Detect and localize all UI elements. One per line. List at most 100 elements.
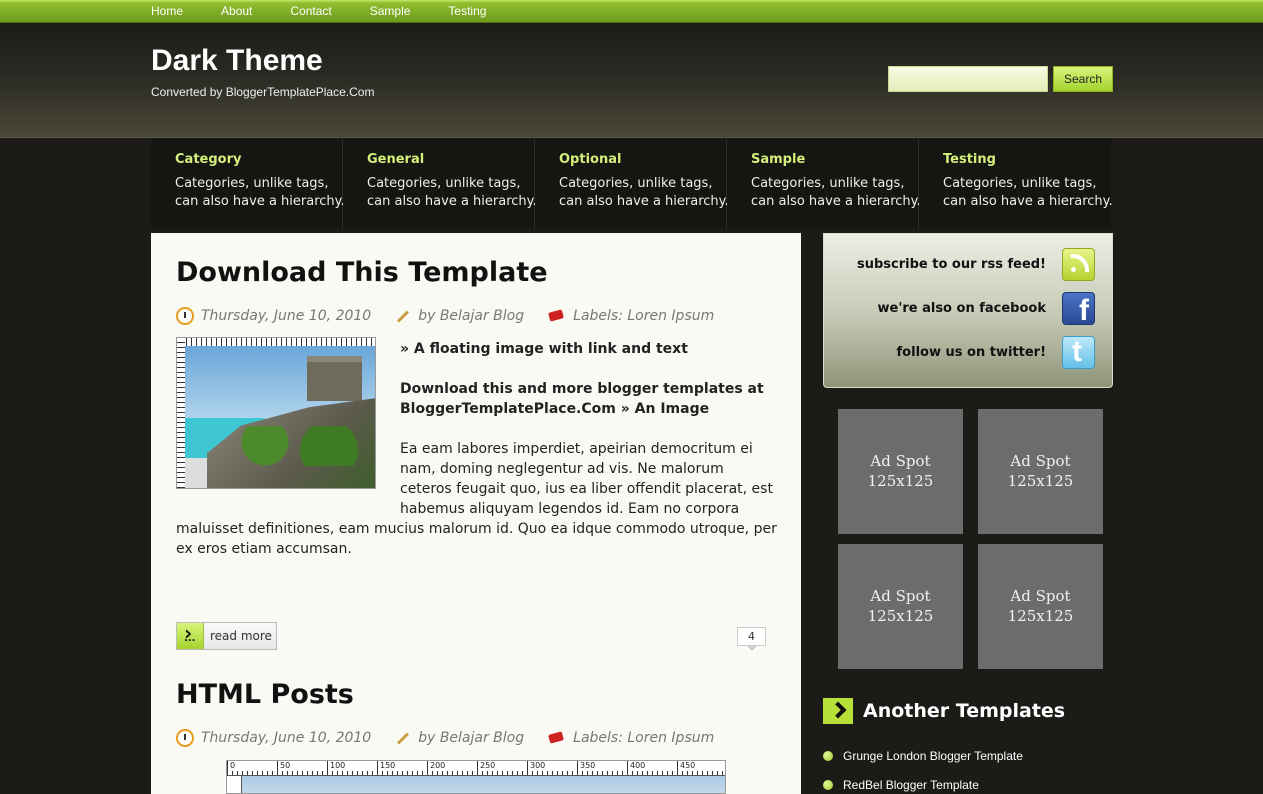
main-content: Download This Template Thursday, June 10… xyxy=(151,233,801,794)
post-para-line: nam, doming neglegentur ad vis. Ne malor… xyxy=(400,461,724,477)
ad-line: Ad Spot xyxy=(870,587,931,605)
post-para-line: ceteros feugait quo, ius ea liber offend… xyxy=(400,481,773,497)
post-title[interactable]: HTML Posts xyxy=(176,679,354,710)
category-desc: Categories, unlike tags, can also have a… xyxy=(943,176,1113,209)
top-nav-links: Home About Contact Sample Testing xyxy=(151,4,524,18)
nav-about[interactable]: About xyxy=(221,4,252,18)
nav-testing[interactable]: Testing xyxy=(448,4,486,18)
category-block-optional: Optional Categories, unlike tags, can al… xyxy=(535,139,729,229)
image-ruler-left xyxy=(227,776,242,793)
thumb-ruler-left xyxy=(177,338,185,488)
another-templates-title: Another Templates xyxy=(863,700,1066,722)
site-header: Dark Theme Converted by BloggerTemplateP… xyxy=(0,24,1263,138)
category-block-category: Category Categories, unlike tags, can al… xyxy=(151,139,345,229)
category-desc: Categories, unlike tags, can also have a… xyxy=(175,176,345,209)
post-download-line-2[interactable]: BloggerTemplatePlace.Com » An Image xyxy=(400,399,709,419)
post-para-line: habemus aliquyam legendos id. Eam no cor… xyxy=(400,501,740,517)
ad-line: Ad Spot xyxy=(870,452,931,470)
ad-size: 125x125 xyxy=(1007,607,1074,625)
post-meta: Thursday, June 10, 2010 by Belajar Blog … xyxy=(176,307,714,325)
category-title[interactable]: Category xyxy=(175,152,342,167)
category-desc: Categories, unlike tags, can also have a… xyxy=(367,176,537,209)
post-author[interactable]: by Belajar Blog xyxy=(418,308,524,324)
search-input[interactable] xyxy=(888,66,1048,92)
ad-line: Ad Spot xyxy=(1010,452,1071,470)
comment-count-badge[interactable]: 4 xyxy=(737,627,766,651)
facebook-icon[interactable] xyxy=(1062,292,1095,328)
another-templates-list: Grunge London Blogger Template RedBel Bl… xyxy=(823,741,1023,794)
chevron-right-icon xyxy=(823,698,853,724)
template-link[interactable]: Grunge London Blogger Template xyxy=(843,749,1023,763)
post-floating-image-line: » A floating image with link and text xyxy=(400,341,688,357)
label-icon xyxy=(548,729,566,747)
category-block-testing: Testing Categories, unlike tags, can als… xyxy=(919,139,1113,229)
arrow-right-icon xyxy=(177,621,204,649)
bullet-icon xyxy=(823,779,833,790)
ruler-ticks xyxy=(227,771,725,775)
ad-spot[interactable]: Ad Spot 125x125 xyxy=(838,544,963,669)
thumb-ruler-top xyxy=(177,338,375,346)
ad-size: 125x125 xyxy=(867,607,934,625)
site-subtitle: Converted by BloggerTemplatePlace.Com xyxy=(151,85,375,99)
post-labels[interactable]: Labels: Loren Ipsum xyxy=(573,730,714,746)
post-title[interactable]: Download This Template xyxy=(176,257,548,288)
image-sky xyxy=(242,776,725,793)
clock-icon xyxy=(176,307,194,325)
category-block-general: General Categories, unlike tags, can als… xyxy=(343,139,537,229)
social-facebook-text: we're also on facebook xyxy=(877,301,1046,316)
post-labels[interactable]: Labels: Loren Ipsum xyxy=(573,308,714,324)
another-templates-heading: Another Templates xyxy=(823,698,1065,724)
post-para-line: maluisset definitiones, eam mucius malor… xyxy=(176,521,777,537)
post-thumbnail[interactable] xyxy=(176,337,376,489)
post-image[interactable]: 0 50 100 150 200 250 300 350 400 450 xyxy=(226,760,726,794)
post-para-line: Ea eam labores imperdiet, apeirian democ… xyxy=(400,441,753,457)
social-rss-row[interactable]: subscribe to our rss feed! xyxy=(857,248,1095,281)
ad-size: 125x125 xyxy=(1007,472,1074,490)
image-ruler-top: 0 50 100 150 200 250 300 350 400 450 xyxy=(227,761,725,776)
post-date-group: Thursday, June 10, 2010 xyxy=(176,729,371,747)
category-title[interactable]: General xyxy=(367,152,534,167)
ad-line: Ad Spot xyxy=(1010,587,1071,605)
post-labels-group: Labels: Loren Ipsum xyxy=(548,307,714,325)
pencil-icon xyxy=(393,729,411,747)
social-twitter-row[interactable]: follow us on twitter! xyxy=(896,335,1095,369)
nav-sample[interactable]: Sample xyxy=(370,4,411,18)
category-title[interactable]: Testing xyxy=(943,152,1111,167)
list-item: RedBel Blogger Template xyxy=(823,770,1023,794)
social-box: subscribe to our rss feed! we're also on… xyxy=(823,233,1113,388)
clock-icon xyxy=(176,729,194,747)
rss-icon[interactable] xyxy=(1062,248,1095,281)
category-title[interactable]: Optional xyxy=(559,152,726,167)
twitter-icon[interactable] xyxy=(1062,335,1095,369)
nav-home[interactable]: Home xyxy=(151,4,183,18)
post-meta: Thursday, June 10, 2010 by Belajar Blog … xyxy=(176,729,714,747)
social-twitter-text: follow us on twitter! xyxy=(896,345,1046,360)
category-strip: Category Categories, unlike tags, can al… xyxy=(151,139,1113,229)
post-download-line: Download this and more blogger templates… xyxy=(400,381,764,397)
pencil-icon xyxy=(393,307,411,325)
category-block-sample: Sample Categories, unlike tags, can also… xyxy=(727,139,921,229)
post-author[interactable]: by Belajar Blog xyxy=(418,730,524,746)
post-date: Thursday, June 10, 2010 xyxy=(201,730,372,746)
category-desc: Categories, unlike tags, can also have a… xyxy=(559,176,729,209)
nav-contact[interactable]: Contact xyxy=(290,4,331,18)
site-title[interactable]: Dark Theme xyxy=(151,44,323,78)
search-button[interactable]: Search xyxy=(1053,66,1113,92)
bullet-icon xyxy=(823,750,833,761)
social-rss-text: subscribe to our rss feed! xyxy=(857,257,1046,272)
read-more-button[interactable]: read more xyxy=(176,621,277,650)
post-labels-group: Labels: Loren Ipsum xyxy=(548,729,714,747)
social-facebook-row[interactable]: we're also on facebook xyxy=(877,292,1095,328)
category-desc: Categories, unlike tags, can also have a… xyxy=(751,176,921,209)
read-more-label: read more xyxy=(210,629,272,643)
ad-spot[interactable]: Ad Spot 125x125 xyxy=(978,409,1103,534)
thumb-ruin xyxy=(307,356,362,401)
top-nav-bar: Home About Contact Sample Testing xyxy=(0,0,1263,23)
template-link[interactable]: RedBel Blogger Template xyxy=(843,778,979,792)
post-date-group: Thursday, June 10, 2010 xyxy=(176,307,371,325)
post-date: Thursday, June 10, 2010 xyxy=(201,308,372,324)
ad-spot[interactable]: Ad Spot 125x125 xyxy=(978,544,1103,669)
post-author-group: by Belajar Blog xyxy=(393,307,524,325)
category-title[interactable]: Sample xyxy=(751,152,918,167)
ad-spot[interactable]: Ad Spot 125x125 xyxy=(838,409,963,534)
